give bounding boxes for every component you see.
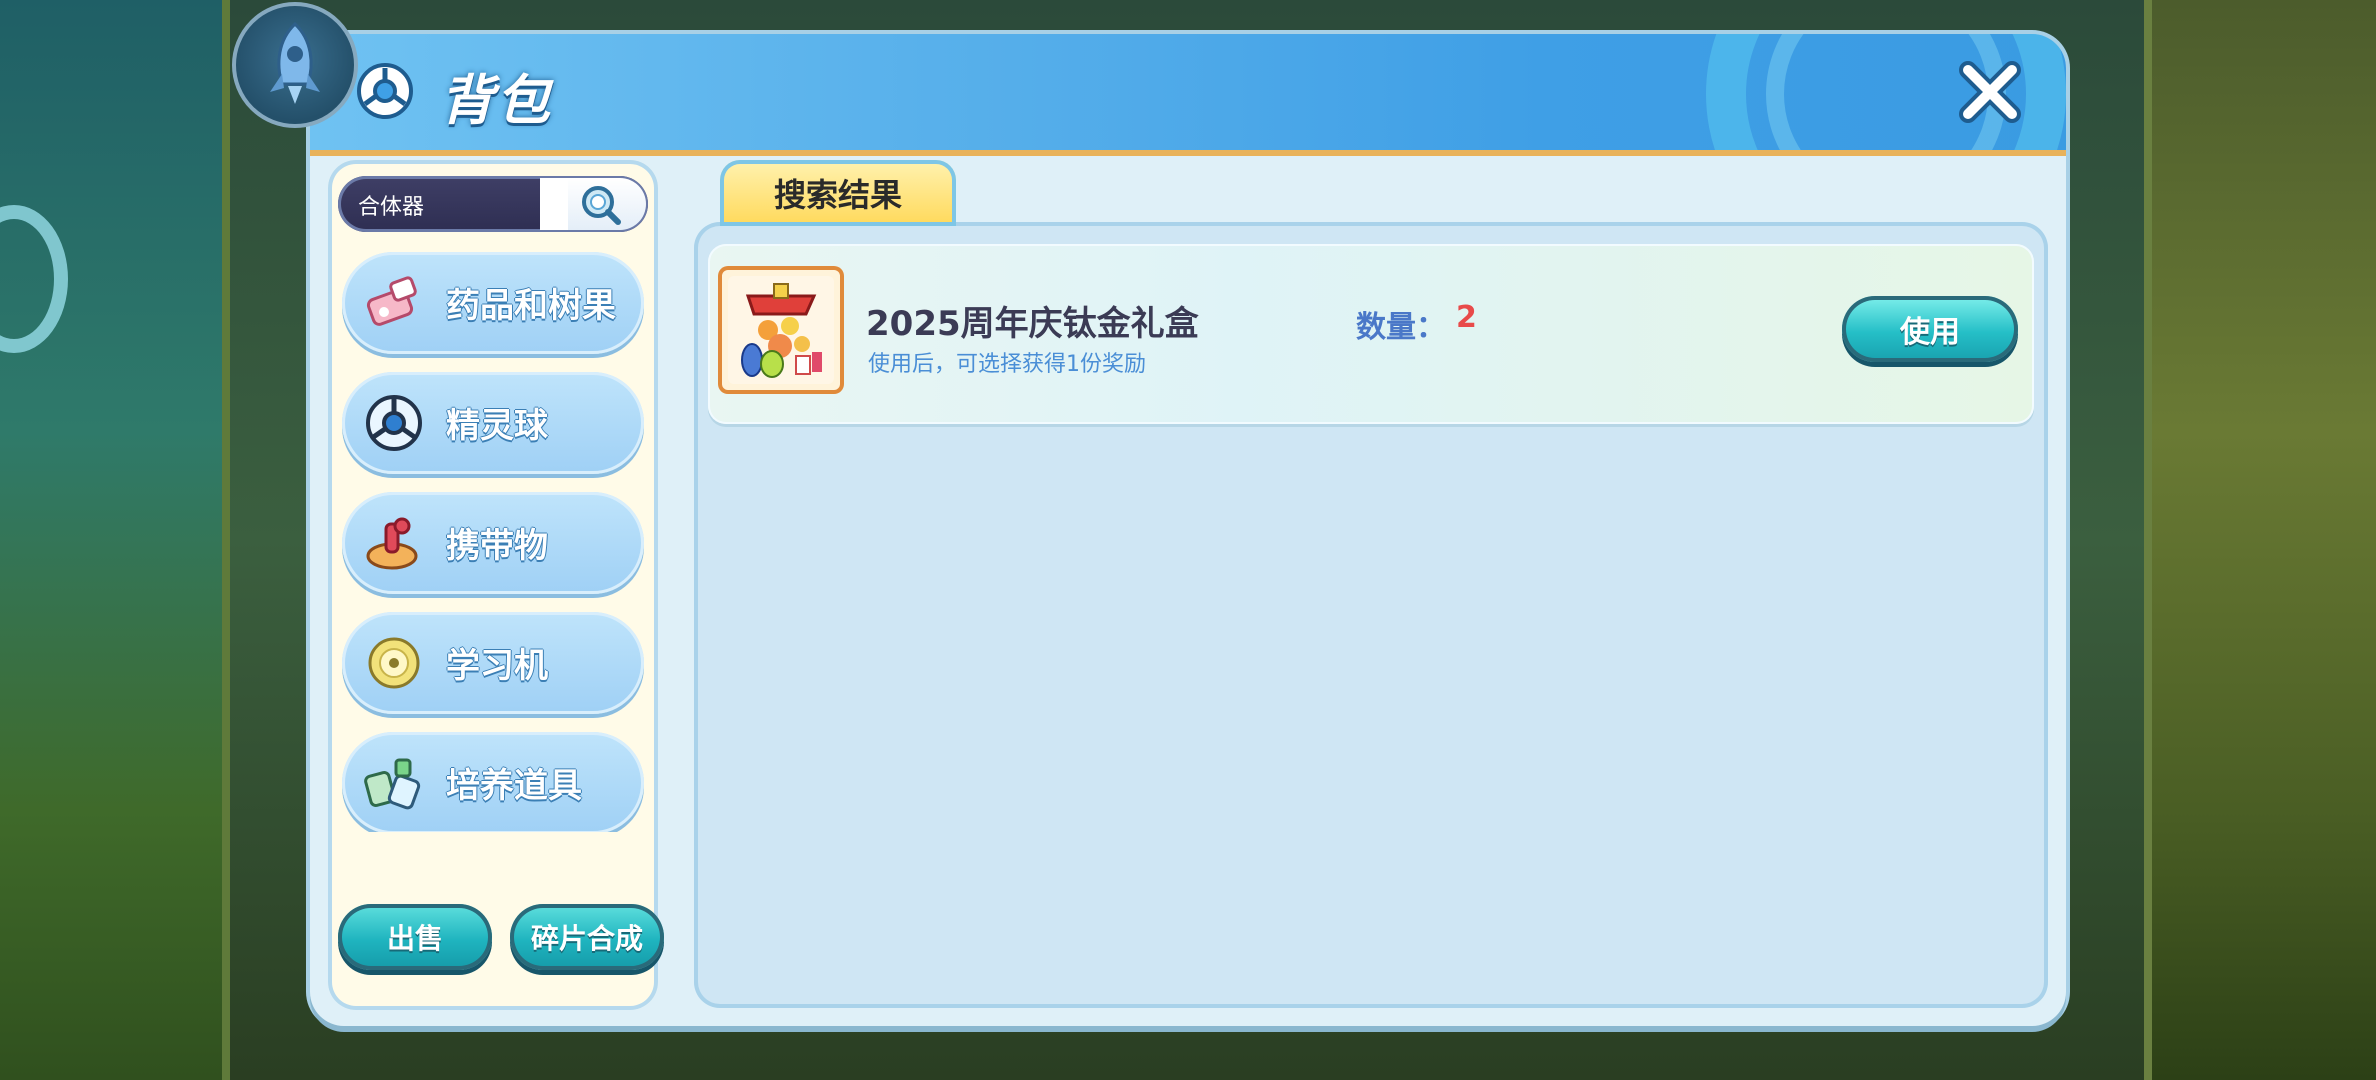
sell-button[interactable]: 出售 (338, 904, 492, 970)
category-item-training[interactable]: 培养道具 (342, 732, 644, 832)
scenery-left (0, 0, 225, 1080)
category-label: 精灵球 (446, 406, 548, 446)
dialog-header: 背包 (310, 34, 2066, 156)
list-item: 2025周年庆钛金礼盒 使用后，可选择获得1份奖励 数量： 2 使用 (708, 244, 2034, 424)
use-button[interactable]: 使用 (1842, 296, 2018, 362)
category-label: 学习机 (446, 646, 548, 686)
medicine-spray-icon (366, 276, 417, 326)
search-input[interactable] (356, 176, 560, 234)
category-label: 培养道具 (446, 766, 582, 806)
category-item-tm[interactable]: 学习机 (342, 612, 644, 714)
item-icon-frame (718, 266, 844, 394)
tab-search-results[interactable]: 搜索结果 (720, 160, 956, 226)
gift-box-icon (728, 276, 834, 384)
close-icon[interactable] (1954, 56, 2026, 128)
category-label: 药品和树果 (446, 286, 616, 326)
disc-icon (368, 637, 420, 689)
quantity-value: 2 (1456, 300, 1477, 335)
category-panel: 药品和树果 精灵球 携带物 (328, 160, 664, 1010)
frame-edge-left (222, 0, 230, 1080)
item-list-panel: 2025周年庆钛金礼盒 使用后，可选择获得1份奖励 数量： 2 使用 (694, 222, 2048, 1008)
quantity-label: 数量： (1356, 310, 1446, 345)
search-bar (338, 176, 648, 234)
rocket-icon (270, 21, 320, 104)
rocket-button[interactable] (232, 2, 358, 128)
dialog-title: 背包 (440, 69, 552, 132)
category-item-medicine[interactable]: 药品和树果 (342, 252, 644, 354)
backpack-dialog: 背包 药品和树果 (310, 34, 2066, 1026)
category-item-held-items[interactable]: 携带物 (342, 492, 644, 594)
category-label: 携带物 (446, 526, 548, 566)
category-item-pokeball[interactable]: 精灵球 (342, 372, 644, 474)
item-name: 2025周年庆钛金礼盒 (866, 304, 1199, 344)
category-list: 药品和树果 精灵球 携带物 学习机 培养道具 (328, 252, 658, 832)
fragment-combine-button[interactable]: 碎片合成 (510, 904, 664, 970)
item-description: 使用后，可选择获得1份奖励 (868, 352, 1146, 377)
frame-edge-right (2144, 0, 2152, 1080)
pokeball-icon (366, 395, 422, 451)
magnifier-icon (582, 186, 621, 225)
scenery-right (2150, 0, 2376, 1080)
training-items-icon (364, 758, 421, 810)
search-button[interactable] (540, 178, 646, 230)
pokeball-icon (357, 63, 413, 119)
held-item-icon (366, 517, 418, 570)
